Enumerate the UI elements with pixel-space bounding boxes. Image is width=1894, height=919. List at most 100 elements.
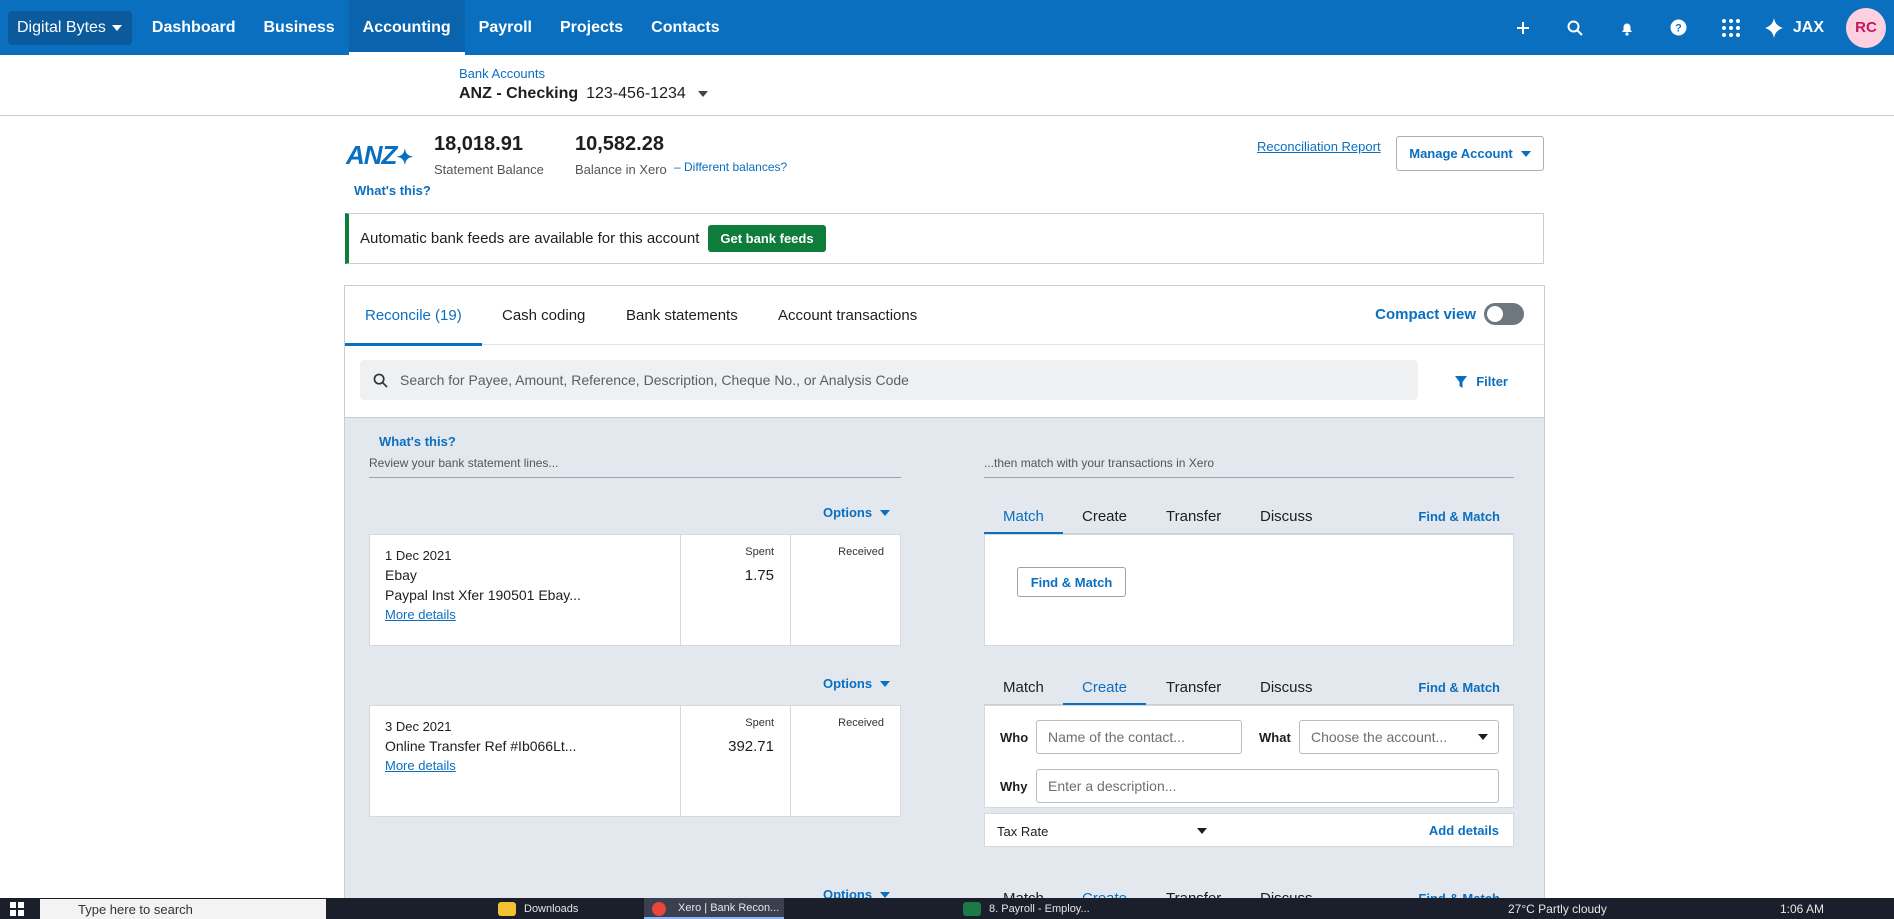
nav-payroll[interactable]: Payroll: [465, 0, 546, 55]
divider: [984, 477, 1514, 478]
statement-balance-amount: 18,018.91: [434, 133, 523, 155]
bank-feed-banner: Automatic bank feeds are available for t…: [345, 213, 1544, 264]
why-input[interactable]: Enter a description...: [1036, 769, 1499, 803]
reconcile-area: What's this? Review your bank statement …: [345, 418, 1544, 919]
options-label: Options: [823, 505, 873, 520]
taskbar-app-browser[interactable]: Xero | Bank Recon...: [644, 898, 784, 919]
clock-time: 1:06 AM: [1780, 901, 1825, 916]
tax-rate-select[interactable]: Tax Rate: [997, 824, 1048, 839]
xero-balance: 10,582.28 Balance in Xero: [575, 133, 667, 177]
tab-discuss[interactable]: Discuss: [1260, 669, 1313, 705]
org-switcher-button[interactable]: Digital Bytes: [8, 10, 132, 45]
search-input[interactable]: Search for Payee, Amount, Reference, Des…: [360, 360, 1418, 400]
chrome-icon: [652, 902, 666, 916]
chevron-down-icon: [880, 891, 891, 898]
statement-lines-header: Review your bank statement lines...: [369, 456, 559, 470]
search-icon[interactable]: [1549, 0, 1601, 55]
jax-assistant-button[interactable]: JAX: [1757, 17, 1846, 39]
more-details-link[interactable]: More details: [385, 605, 581, 625]
reconcile-panel: Reconcile (19) Cash coding Bank statemen…: [344, 285, 1545, 919]
spent-value: 392.71: [728, 738, 774, 755]
taskbar-search-input[interactable]: Type here to search: [40, 899, 326, 919]
tab-transfer[interactable]: Transfer: [1166, 669, 1221, 705]
find-and-match-button[interactable]: Find & Match: [1017, 567, 1126, 597]
tax-rate-row: Tax Rate Add details: [984, 813, 1514, 847]
taskbar-app-downloads[interactable]: Downloads: [490, 898, 640, 919]
tab-create[interactable]: Create: [1062, 669, 1147, 706]
chevron-down-icon: [880, 509, 891, 516]
reconciliation-report-link[interactable]: Reconciliation Report: [1257, 139, 1381, 154]
different-balances-link[interactable]: – Different balances?: [674, 160, 787, 174]
add-details-link[interactable]: Add details: [1429, 823, 1499, 838]
what-select[interactable]: Choose the account...: [1299, 720, 1499, 754]
jax-label: JAX: [1792, 18, 1824, 36]
tab-reconcile[interactable]: Reconcile (19): [345, 286, 482, 346]
line-reference: Online Transfer Ref #Ib066Lt...: [385, 738, 577, 754]
whats-this-link[interactable]: What's this?: [354, 183, 431, 198]
tab-transfer[interactable]: Transfer: [1166, 498, 1221, 534]
received-column: Received: [790, 706, 900, 816]
tab-match[interactable]: Match: [1003, 669, 1044, 705]
manage-account-button[interactable]: Manage Account: [1396, 136, 1544, 171]
spent-value: 1.75: [744, 567, 774, 584]
tab-account-transactions[interactable]: Account transactions: [778, 286, 917, 345]
tab-bar: Reconcile (19) Cash coding Bank statemen…: [345, 286, 1544, 346]
os-taskbar: Type here to search Downloads Xero | Ban…: [0, 898, 1894, 919]
add-icon[interactable]: [1497, 0, 1549, 55]
filter-button[interactable]: Filter: [1455, 374, 1508, 389]
nav-accounting[interactable]: Accounting: [348, 0, 465, 55]
manage-account-label: Manage Account: [1409, 146, 1513, 161]
windows-start-icon[interactable]: [10, 898, 24, 919]
tab-match[interactable]: Match: [984, 498, 1063, 535]
taskbar-search-placeholder: Type here to search: [78, 901, 193, 917]
bell-icon[interactable]: [1601, 0, 1653, 55]
compact-view-label: Compact view: [1375, 305, 1476, 323]
search-placeholder: Search for Payee, Amount, Reference, Des…: [400, 372, 909, 388]
what-label: What: [1259, 730, 1291, 745]
who-input[interactable]: Name of the contact...: [1036, 720, 1242, 754]
tab-discuss[interactable]: Discuss: [1260, 498, 1313, 534]
clock[interactable]: 1:06 AM: [1780, 898, 1824, 919]
folder-icon: [498, 902, 516, 916]
options-dropdown[interactable]: Options: [823, 505, 891, 520]
spent-label: Spent: [745, 717, 774, 729]
account-header: Bank Accounts ANZ - Checking 123-456-123…: [0, 55, 1894, 116]
filter-icon: [1455, 375, 1468, 388]
nav-projects[interactable]: Projects: [546, 0, 637, 55]
bank-logo: ANZ✦: [346, 140, 413, 170]
statement-balance: 18,018.91 Statement Balance: [434, 133, 544, 177]
compact-view-toggle[interactable]: Compact view: [1375, 303, 1524, 325]
get-bank-feeds-button[interactable]: Get bank feeds: [708, 225, 826, 252]
nav-business[interactable]: Business: [250, 0, 349, 55]
apps-grid-icon[interactable]: [1705, 0, 1757, 55]
find-and-match-link[interactable]: Find & Match: [1418, 669, 1500, 705]
whats-this-link[interactable]: What's this?: [379, 434, 456, 449]
search-row: Search for Payee, Amount, Reference, Des…: [345, 346, 1544, 418]
toggle-switch[interactable]: [1484, 303, 1524, 325]
help-icon[interactable]: ?: [1653, 0, 1705, 55]
tab-create[interactable]: Create: [1082, 498, 1127, 534]
options-dropdown[interactable]: Options: [823, 676, 891, 691]
spent-column: Spent 1.75: [680, 535, 790, 645]
taskbar-app-label: 8. Payroll - Employ...: [989, 902, 1090, 915]
received-column: Received: [790, 535, 900, 645]
nav-dashboard[interactable]: Dashboard: [138, 0, 250, 55]
tab-bank-statements[interactable]: Bank statements: [626, 286, 738, 345]
chevron-down-icon: [111, 24, 122, 31]
avatar[interactable]: RC: [1846, 7, 1886, 48]
statement-line-details: 3 Dec 2021 Online Transfer Ref #Ib066Lt.…: [385, 718, 576, 776]
spent-label: Spent: [745, 546, 774, 558]
weather-widget[interactable]: 27°C Partly cloudy: [1508, 898, 1607, 919]
find-and-match-link[interactable]: Find & Match: [1418, 498, 1500, 534]
statement-line: 3 Dec 2021 Online Transfer Ref #Ib066Lt.…: [369, 705, 901, 817]
breadcrumb[interactable]: Bank Accounts: [459, 66, 545, 81]
more-details-link[interactable]: More details: [385, 756, 576, 776]
match-panel: Find & Match: [984, 534, 1514, 646]
account-selector[interactable]: ANZ - Checking 123-456-1234: [459, 85, 708, 103]
nav-contacts[interactable]: Contacts: [637, 0, 733, 55]
tab-cash-coding[interactable]: Cash coding: [502, 286, 585, 345]
taskbar-app-excel[interactable]: 8. Payroll - Employ...: [955, 898, 1125, 919]
statement-line-details: 1 Dec 2021 Ebay Paypal Inst Xfer 190501 …: [385, 547, 581, 625]
line-reference: Paypal Inst Xfer 190501 Ebay...: [385, 587, 581, 603]
line-date: 3 Dec 2021: [385, 719, 452, 734]
